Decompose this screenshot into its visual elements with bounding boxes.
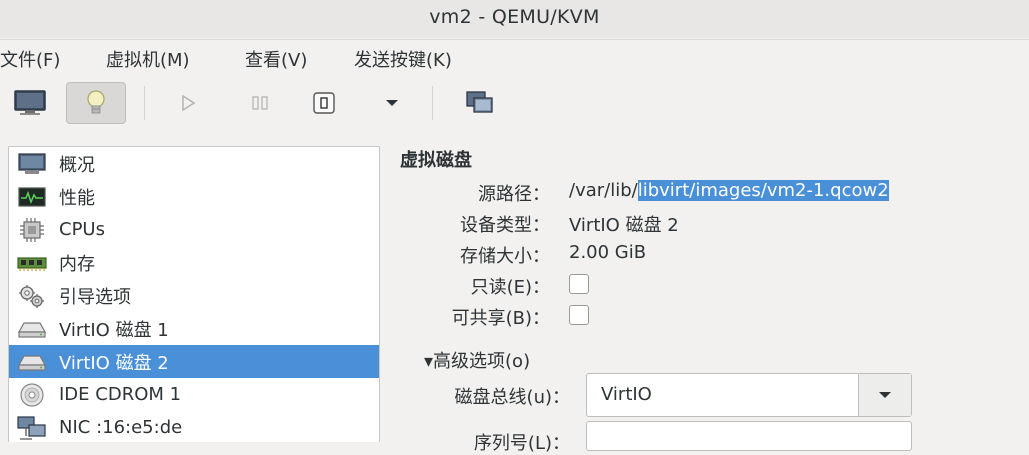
run-button[interactable]: [158, 82, 218, 124]
device-type-value: VirtIO 磁盘 2: [569, 215, 679, 236]
sidebar-item-cpus[interactable]: CPUs: [9, 213, 379, 246]
sidebar-item-label: 概况: [59, 154, 95, 176]
details-button[interactable]: [66, 82, 126, 124]
disk-bus-select[interactable]: VirtIO: [586, 373, 912, 417]
source-path-selection: libvirt/images/vm2-1.qcow2: [637, 180, 889, 201]
sidebar-item-label: 引导选项: [59, 286, 131, 308]
menu-view[interactable]: 查看(V): [245, 46, 307, 72]
sidebar-item-label: VirtIO 磁盘 1: [59, 319, 169, 341]
disk-bus-label: 磁盘总线(u)：: [454, 387, 570, 408]
disk-bus-value: VirtIO: [601, 384, 652, 405]
sidebar-item-virtio-disk-1[interactable]: VirtIO 磁盘 1: [9, 312, 379, 345]
sidebar-item-ide-cdrom-1[interactable]: IDE CDROM 1: [9, 378, 379, 411]
power-icon: [313, 92, 335, 114]
source-path-label: 源路径：: [478, 184, 550, 205]
performance-icon: [18, 186, 46, 207]
shareable-checkbox[interactable]: [569, 305, 589, 325]
sidebar-item-nic[interactable]: NIC :16:e5:de: [9, 411, 379, 444]
play-icon: [182, 94, 196, 112]
console-button[interactable]: [0, 82, 60, 124]
storage-size-label: 存储大小：: [460, 246, 550, 267]
cpu-icon: [20, 217, 44, 242]
screens-icon: [466, 91, 493, 113]
menu-send-key[interactable]: 发送按键(K): [354, 46, 452, 72]
shareable-label: 可共享(B)：: [451, 308, 550, 329]
serial-input[interactable]: [586, 421, 912, 451]
window-title: vm2 - QEMU/KVM: [429, 6, 600, 28]
chevron-down-icon: [879, 392, 891, 398]
monitor-icon: [14, 90, 46, 115]
source-path-prefix: /var/lib/: [569, 180, 638, 201]
disk-bus-dropdown-button[interactable]: [858, 374, 911, 416]
menu-bar: 文件(F) 虚拟机(M) 查看(V) 发送按键(K): [0, 39, 1029, 76]
sidebar-item-label: NIC :16:e5:de: [59, 417, 183, 438]
source-path-value[interactable]: /var/lib/libvirt/images/vm2-1.qcow2: [569, 180, 889, 201]
sidebar-item-label: 性能: [59, 187, 95, 209]
sidebar-item-label: 内存: [59, 253, 95, 275]
cdrom-icon: [20, 382, 44, 407]
sidebar-item-label: VirtIO 磁盘 2: [59, 352, 169, 374]
memory-icon: [17, 256, 47, 271]
fullscreen-button[interactable]: [450, 82, 510, 124]
disk-icon: [17, 354, 47, 371]
serial-label: 序列号(L)：: [473, 433, 570, 454]
pause-icon: [252, 96, 268, 110]
sidebar-item-performance[interactable]: 性能: [9, 180, 379, 213]
readonly-label: 只读(E)：: [470, 277, 550, 298]
advanced-options-expander[interactable]: ▾高级选项(o): [424, 347, 530, 373]
sidebar-item-label: IDE CDROM 1: [59, 384, 182, 405]
boot-options-icon: [19, 284, 44, 308]
toolbar: [0, 76, 1029, 130]
overview-icon: [18, 152, 46, 174]
network-icon: [17, 415, 46, 440]
pause-button[interactable]: [230, 82, 290, 124]
storage-size-value: 2.00 GiB: [569, 242, 647, 263]
chevron-down-icon: [386, 100, 398, 106]
menu-vm[interactable]: 虚拟机(M): [106, 46, 190, 72]
window-titlebar: vm2 - QEMU/KVM: [0, 0, 1029, 38]
lightbulb-icon: [87, 90, 105, 114]
disk-icon: [17, 321, 47, 338]
sidebar-item-overview[interactable]: 概况: [9, 147, 379, 180]
device-type-label: 设备类型：: [460, 215, 550, 236]
shutdown-button[interactable]: [294, 82, 354, 124]
section-title: 虚拟磁盘: [400, 150, 472, 171]
sidebar-item-memory[interactable]: 内存: [9, 246, 379, 279]
readonly-checkbox[interactable]: [569, 274, 589, 294]
shutdown-menu-button[interactable]: [362, 82, 422, 124]
hardware-list: 概况 性能 CPUs 内存 引导选项 VirtIO 磁盘 1 VirtIO 磁盘…: [8, 146, 380, 442]
toolbar-separator: [432, 86, 433, 120]
menu-file[interactable]: 文件(F): [0, 46, 60, 72]
toolbar-separator: [144, 86, 145, 120]
sidebar-item-virtio-disk-2[interactable]: VirtIO 磁盘 2: [9, 345, 379, 378]
sidebar-item-boot-options[interactable]: 引导选项: [9, 279, 379, 312]
sidebar-item-label: CPUs: [59, 219, 105, 240]
